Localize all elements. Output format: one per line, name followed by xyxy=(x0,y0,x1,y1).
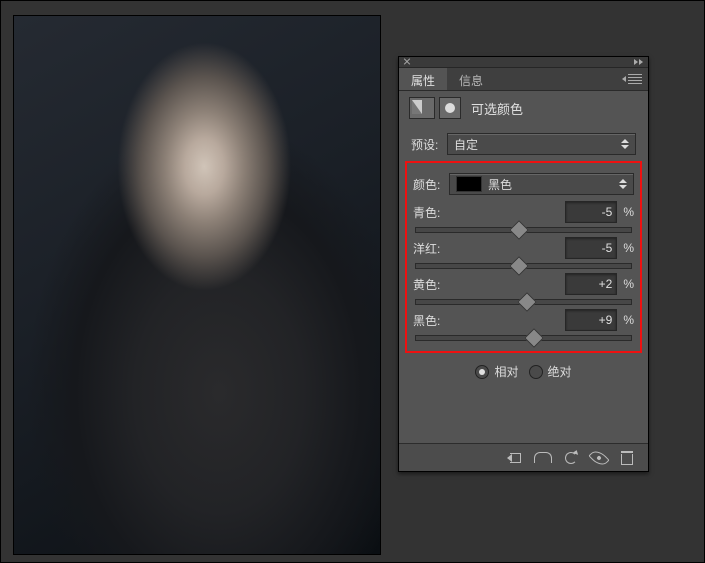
properties-panel: 属性 信息 可选颜色 预设: 自定 颜色: xyxy=(398,56,649,472)
document-image xyxy=(14,16,380,554)
highlighted-controls: 颜色: 黑色 青色: % xyxy=(405,161,642,353)
panel-footer xyxy=(399,443,648,471)
method-radios: 相对 绝对 xyxy=(411,363,636,380)
swatch-black xyxy=(456,176,482,192)
colors-select[interactable]: 黑色 xyxy=(449,173,634,195)
chevron-updown-icon xyxy=(621,139,629,149)
radio-icon xyxy=(529,365,543,379)
relative-radio[interactable]: 相对 xyxy=(475,363,518,380)
adjustment-header: 可选颜色 xyxy=(399,91,648,123)
black-label: 黑色: xyxy=(413,312,440,329)
colors-label: 颜色: xyxy=(413,176,449,193)
delete-button[interactable] xyxy=(614,448,640,468)
black-input[interactable] xyxy=(565,309,617,331)
slider-thumb[interactable] xyxy=(524,328,544,348)
colors-value: 黑色 xyxy=(488,176,512,193)
absolute-radio[interactable]: 绝对 xyxy=(529,363,572,380)
panel-menu-button[interactable] xyxy=(628,68,648,90)
tab-properties[interactable]: 属性 xyxy=(399,68,447,90)
yellow-label: 黄色: xyxy=(413,276,440,293)
black-slider[interactable] xyxy=(415,335,632,341)
tab-info[interactable]: 信息 xyxy=(447,68,495,90)
cyan-slider[interactable] xyxy=(415,227,632,233)
black-unit: % xyxy=(623,313,634,327)
yellow-unit: % xyxy=(623,277,634,291)
radio-icon xyxy=(475,365,489,379)
close-icon[interactable] xyxy=(403,58,411,66)
magenta-slider[interactable] xyxy=(415,263,632,269)
magenta-input[interactable] xyxy=(565,237,617,259)
magenta-unit: % xyxy=(623,241,634,255)
preset-select[interactable]: 自定 xyxy=(447,133,636,155)
cyan-input[interactable] xyxy=(565,201,617,223)
yellow-slider[interactable] xyxy=(415,299,632,305)
panel-tabs: 属性 信息 xyxy=(399,68,648,91)
reset-button[interactable] xyxy=(558,448,584,468)
visibility-button[interactable] xyxy=(586,448,612,468)
mask-icon[interactable] xyxy=(439,97,461,119)
adjustment-name: 可选颜色 xyxy=(471,99,523,118)
yellow-input[interactable] xyxy=(565,273,617,295)
adjustment-thumb-icon[interactable] xyxy=(409,97,435,119)
chevron-updown-icon xyxy=(619,179,627,189)
collapse-icon[interactable] xyxy=(634,59,644,65)
preset-label: 预设: xyxy=(411,136,447,153)
panel-header xyxy=(399,57,648,68)
view-previous-button[interactable] xyxy=(530,448,556,468)
relative-label: 相对 xyxy=(494,363,518,380)
cyan-unit: % xyxy=(623,205,634,219)
cyan-label: 青色: xyxy=(413,204,440,221)
preset-value: 自定 xyxy=(454,136,478,153)
absolute-label: 绝对 xyxy=(548,363,572,380)
magenta-label: 洋红: xyxy=(413,240,440,257)
clip-to-layer-button[interactable] xyxy=(502,448,528,468)
